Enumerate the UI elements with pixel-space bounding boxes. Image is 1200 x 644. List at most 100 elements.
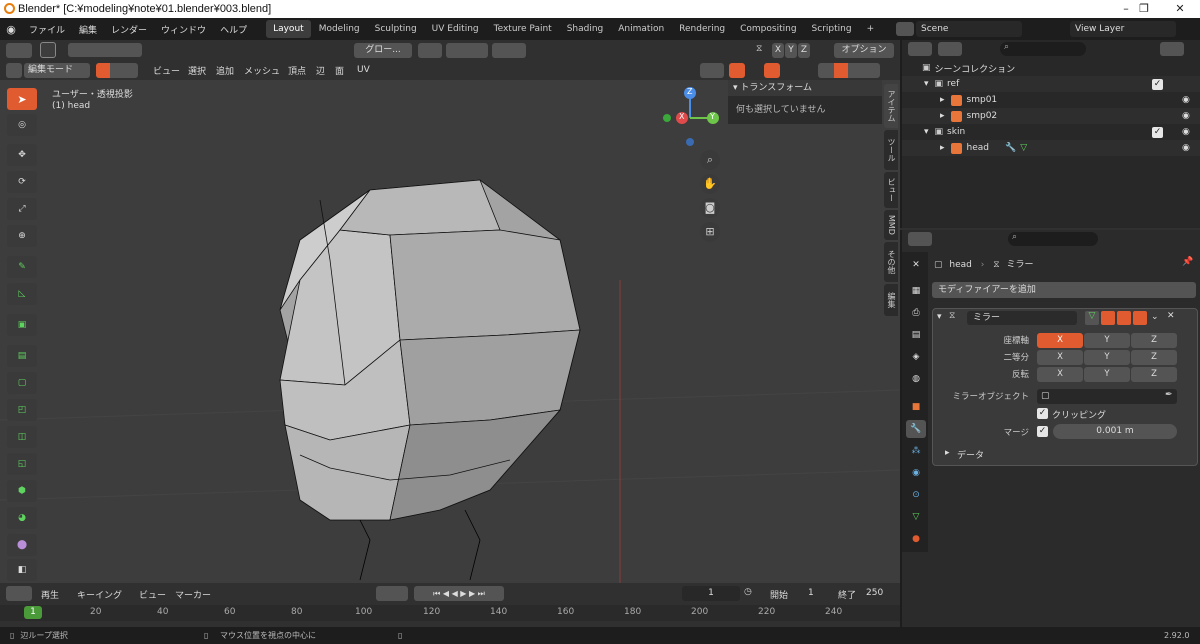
menu-uv[interactable]: UV — [350, 65, 377, 75]
grid-toggle-icon[interactable]: ⊞ — [700, 222, 720, 242]
pan-hand-icon[interactable]: ✋ — [700, 174, 720, 194]
object-tab-icon[interactable]: ■ — [906, 398, 926, 416]
world-tab-icon[interactable]: ◍ — [906, 370, 926, 388]
tab-misc[interactable]: その他 — [884, 242, 898, 282]
particles-tab-icon[interactable]: ⁂ — [906, 442, 926, 460]
axis-z-toggle[interactable]: Z — [1131, 333, 1177, 348]
outliner-row-ref[interactable]: ▾ ▣ ref ✓ — [902, 76, 1200, 92]
expand-arrow-icon[interactable]: ▸ — [940, 111, 945, 121]
select-box-tool[interactable]: ➤ — [7, 88, 37, 110]
playhead-frame[interactable]: 1 — [24, 606, 42, 619]
transform-orientation-dropdown[interactable]: グロー... — [354, 43, 412, 58]
constraints-tab-icon[interactable]: ⊙ — [906, 486, 926, 504]
select-tool-icon[interactable] — [40, 42, 56, 58]
tab-compositing[interactable]: Compositing — [733, 20, 803, 38]
merge-distance-field[interactable]: 0.001 m — [1053, 424, 1177, 439]
menu-render[interactable]: レンダー — [104, 23, 154, 36]
add-workspace-button[interactable]: + — [860, 20, 882, 38]
properties-editor-type-icon[interactable] — [908, 232, 932, 246]
smooth-tool[interactable]: ⬤ — [7, 534, 37, 556]
proportional-edit-button[interactable] — [492, 43, 526, 58]
view-layer-field[interactable]: View Layer — [1070, 21, 1176, 37]
scene-icon[interactable] — [896, 22, 914, 36]
zoom-icon[interactable]: ⌕ — [700, 150, 720, 170]
view-layer-tab-icon[interactable]: ▤ — [906, 326, 926, 344]
tool-tab-icon[interactable]: ✕ — [906, 256, 926, 274]
tab-animation[interactable]: Animation — [611, 20, 671, 38]
mirror-x-button[interactable]: X — [772, 43, 784, 58]
expand-arrow-icon[interactable]: ▾ — [924, 79, 929, 89]
data-subpanel-arrow-icon[interactable]: ▸ — [945, 448, 950, 458]
axis-x-toggle[interactable]: X — [1037, 333, 1083, 348]
annotate-tool[interactable]: ✎ — [7, 256, 37, 278]
tab-view[interactable]: ビュー — [884, 172, 898, 208]
tool-settings-icon[interactable] — [6, 42, 32, 58]
visibility-eye-icon[interactable]: ◉ — [1182, 95, 1190, 105]
end-frame-value[interactable]: 250 — [866, 588, 883, 598]
outliner-row-smp02[interactable]: ▸ smp02 ◉ — [902, 108, 1200, 124]
start-frame-value[interactable]: 1 — [808, 588, 814, 598]
expand-arrow-icon[interactable]: ▸ — [940, 143, 945, 153]
flip-x-toggle[interactable]: X — [1037, 367, 1083, 382]
pin-icon[interactable]: 📌 — [1182, 257, 1193, 267]
exclude-checkbox[interactable]: ✓ — [1152, 78, 1163, 90]
outliner-row-skin[interactable]: ▾ ▣ skin ✓ ◉ — [902, 124, 1200, 140]
menu-file[interactable]: ファイル — [22, 23, 72, 36]
editor-type-icon[interactable] — [6, 63, 22, 78]
outliner-row-scene-collection[interactable]: ▣ シーンコレクション — [902, 60, 1200, 76]
mirror-y-button[interactable]: Y — [785, 43, 797, 58]
scene-name-field[interactable]: Scene — [916, 21, 1022, 37]
transform-panel-header[interactable]: ▾ トランスフォーム — [728, 80, 882, 96]
auto-keying-button[interactable] — [376, 586, 408, 601]
tab-tool[interactable]: ツール — [884, 130, 898, 170]
bisect-y-toggle[interactable]: Y — [1084, 350, 1130, 365]
pivot-point-dropdown[interactable] — [418, 43, 442, 58]
menu-help[interactable]: ヘルプ — [213, 23, 254, 36]
visibility-eye-icon[interactable]: ◉ — [1182, 127, 1190, 137]
viewport-canvas[interactable] — [0, 80, 900, 583]
knife-tool[interactable]: ◱ — [7, 453, 37, 475]
menu-edit[interactable]: 編集 — [72, 23, 104, 36]
material-tab-icon[interactable]: ● — [906, 530, 926, 548]
filter-icon[interactable] — [1160, 42, 1184, 56]
merge-checkbox[interactable]: ✓ — [1037, 426, 1048, 437]
spin-tool[interactable]: ◕ — [7, 507, 37, 529]
flip-y-toggle[interactable]: Y — [1084, 367, 1130, 382]
outliner-editor-type-icon[interactable] — [908, 42, 932, 56]
outliner-row-head[interactable]: ▸ head 🔧 ▽ ◉ — [902, 140, 1200, 156]
menu-mesh[interactable]: メッシュ — [237, 64, 287, 77]
overlay-toggle-button[interactable] — [764, 63, 780, 78]
edge-slide-tool[interactable]: ◧ — [7, 559, 37, 581]
navigation-gizmo[interactable]: Z X Y — [658, 84, 722, 148]
mesh-data-icon[interactable]: ▽ — [1020, 143, 1027, 153]
mode-dropdown[interactable]: 編集モード — [24, 63, 90, 78]
timeline-menu-playback[interactable]: 再生 — [34, 588, 66, 601]
camera-icon[interactable]: ◙ — [700, 198, 720, 218]
loop-cut-tool[interactable]: ◫ — [7, 426, 37, 448]
snap-dropdown[interactable] — [446, 43, 488, 58]
visibility-eye-icon[interactable]: ◉ — [1182, 143, 1190, 153]
poly-build-tool[interactable]: ⬢ — [7, 480, 37, 502]
bevel-tool[interactable]: ◰ — [7, 399, 37, 421]
inset-tool[interactable]: ▢ — [7, 372, 37, 394]
tab-modeling[interactable]: Modeling — [312, 20, 367, 38]
transform-tool[interactable]: ⊕ — [7, 225, 37, 247]
tab-mmd[interactable]: MMD — [884, 210, 898, 240]
timeline-ruler[interactable]: 1 20 40 60 80 100 120 140 160 180 200 22… — [0, 605, 900, 621]
physics-tab-icon[interactable]: ◉ — [906, 464, 926, 482]
tab-shading[interactable]: Shading — [560, 20, 611, 38]
shading-mode-buttons[interactable] — [818, 63, 880, 78]
playback-controls[interactable]: ⏮ ◀ ◀ ▶ ▶ ⏭ — [414, 586, 504, 601]
timeline-menu-marker[interactable]: マーカー — [168, 588, 218, 601]
tab-layout[interactable]: Layout — [266, 20, 311, 38]
editmode-toggle-icon[interactable]: ▽ — [1085, 311, 1099, 325]
outliner-row-smp01[interactable]: ▸ smp01 ◉ — [902, 92, 1200, 108]
add-modifier-dropdown[interactable]: モディファイアーを追加 — [932, 282, 1196, 298]
maximize-button[interactable]: ❐ — [1128, 0, 1160, 18]
extrude-tool[interactable]: ▤ — [7, 345, 37, 367]
mirror-object-field[interactable]: ▢ — [1037, 389, 1177, 404]
output-tab-icon[interactable]: ⎙ — [906, 304, 926, 322]
tab-texture-paint[interactable]: Texture Paint — [487, 20, 559, 38]
tab-edit[interactable]: 編集 — [884, 284, 898, 316]
tab-rendering[interactable]: Rendering — [672, 20, 732, 38]
